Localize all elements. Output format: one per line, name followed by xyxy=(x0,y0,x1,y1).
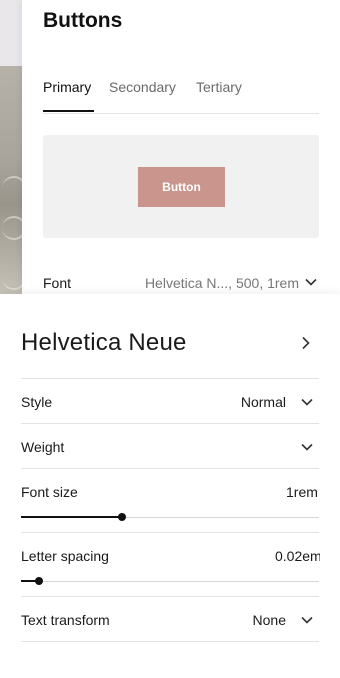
divider xyxy=(21,468,319,469)
letter-spacing-label: Letter spacing xyxy=(21,548,109,564)
chevron-down-icon[interactable] xyxy=(301,398,313,406)
style-label: Style xyxy=(21,394,53,410)
font-setting-row[interactable]: Font Helvetica N..., 500, 1rem xyxy=(43,274,319,294)
font-label: Font xyxy=(43,275,72,291)
divider xyxy=(21,423,319,424)
letter-spacing-slider-thumb[interactable] xyxy=(34,577,43,585)
letter-spacing-value[interactable]: 0.02em xyxy=(275,548,320,564)
tab-tertiary[interactable]: Tertiary xyxy=(196,79,242,95)
font-size-label: Font size xyxy=(21,484,78,500)
weight-label: Weight xyxy=(21,439,65,455)
background-photo xyxy=(0,66,26,296)
button-preview-area: Button xyxy=(43,135,319,238)
font-summary-value: Helvetica N..., 500, 1rem xyxy=(144,275,299,291)
divider xyxy=(21,378,319,379)
active-tab-indicator xyxy=(43,110,94,112)
chevron-right-icon[interactable] xyxy=(301,336,311,350)
text-transform-value[interactable]: None xyxy=(253,612,286,628)
letter-spacing-slider[interactable] xyxy=(21,577,319,585)
font-family-name[interactable]: Helvetica Neue xyxy=(21,329,187,357)
divider xyxy=(21,532,319,533)
button-type-tabs: Primary Secondary Tertiary xyxy=(43,76,319,114)
font-size-slider-fill xyxy=(21,516,123,518)
font-size-slider-thumb[interactable] xyxy=(118,513,127,521)
tab-primary[interactable]: Primary xyxy=(43,79,91,95)
chevron-down-icon[interactable] xyxy=(301,443,313,451)
font-settings-content: Helvetica Neue Style Normal Weight Font … xyxy=(0,294,320,678)
style-value[interactable]: Normal xyxy=(241,394,286,410)
chevron-down-icon[interactable] xyxy=(301,616,313,624)
text-transform-label: Text transform xyxy=(21,612,110,628)
font-settings-panel: Helvetica Neue Style Normal Weight Font … xyxy=(0,294,340,678)
divider xyxy=(21,641,319,642)
tab-secondary[interactable]: Secondary xyxy=(109,79,176,95)
preview-button[interactable]: Button xyxy=(138,167,225,207)
panel-title: Buttons xyxy=(43,9,123,32)
buttons-panel: Buttons Primary Secondary Tertiary Butto… xyxy=(22,0,340,296)
font-size-slider[interactable] xyxy=(21,513,319,521)
divider xyxy=(21,596,319,597)
chevron-down-icon[interactable] xyxy=(305,278,317,286)
font-size-value[interactable]: 1rem xyxy=(286,484,318,500)
